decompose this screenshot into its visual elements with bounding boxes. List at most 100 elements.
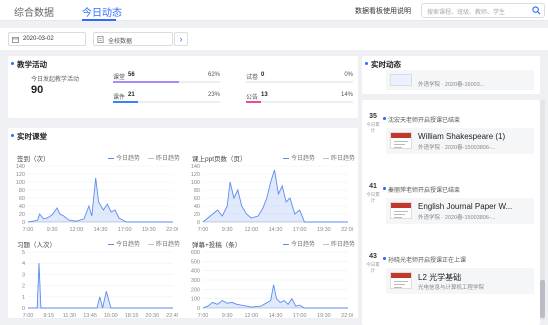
series-area-today [203,284,348,308]
feed-count: 35 [369,113,377,120]
feed-count-caption: 今日累计 [366,122,380,133]
slide-thumbnail [390,132,412,149]
y-tick-label: 0 [197,220,200,226]
legend-yesterday: 昨日趋势 [323,239,355,248]
feed-course-meta: 外语学院 · 2020春-15003806-... [418,145,496,151]
y-tick-label: 80 [194,188,200,194]
feed-title: 实时动态 [365,60,401,69]
series-area-today [28,178,173,222]
y-tick-label: 140 [191,164,200,170]
x-tick-label: 9:15 [43,313,54,319]
metric-name: 公告 [246,95,259,101]
realtime-classroom-card: 实时课堂 签到（次） 今日趋势 昨日趋势 0 20 40 60 80 100 120 140 7:00… [8,128,358,319]
search-icon[interactable] [532,6,541,15]
feed-scrollbar[interactable] [540,100,545,320]
y-tick-label: 4 [22,261,25,267]
slide-thumbnail-line [394,284,405,285]
active-tab-indicator [82,19,116,21]
y-tick-label: 20 [19,212,25,218]
date-value: 2020-03-02 [23,36,54,42]
filter-bar: 2020-03-02 全校数据 › [0,28,548,50]
feed-count: 41 [369,183,377,190]
chart-2: 0 1 2 3 4 5 7:00 9:15 11:30 13:45 16:00 18:15 20:30 2… [22,250,178,319]
x-tick-label: 14:30 [269,313,283,319]
feed-course-meta: 外语学院 · 2020春-15003806-... [418,215,496,221]
metric-bar [113,101,220,103]
y-tick-label: 300 [191,278,200,284]
slide-thumbnail-line [394,147,402,148]
today-activity-label: 今日发起教学活动 [31,77,80,83]
slide-thumbnail-header [391,133,411,138]
document-icon [97,36,104,43]
chevron-right-icon[interactable]: › [174,32,188,46]
x-tick-label: 22:45 [166,313,178,319]
slide-thumbnail-line [394,214,405,215]
x-tick-label: 19:30 [317,313,331,319]
y-tick-label: 40 [194,204,200,210]
dashboard-guide-link[interactable]: 数据看板使用说明 [355,6,411,16]
x-tick-label: 19:30 [317,227,331,233]
legend-yesterday-swatch [148,157,154,159]
legend-today-swatch [108,157,114,159]
top-bar: 综合数据 今日动态 数据看板使用说明 搜索课程、班级、教师、学生 [0,0,548,21]
feed-card: 35 今日累计 沈宏天老师开启授课已结束 William Shakespeare (1… [362,100,540,325]
metric-3: 公告 13 14% [246,92,353,104]
x-tick-label: 7:00 [198,313,209,319]
metric-1: 试卷 0 0% [246,72,353,84]
feed-event-text: 秦丽萍老师开启授课已结束 [382,185,460,194]
y-tick-label: 100 [191,297,200,303]
feed-course-box[interactable]: L2 光学基础 光电信息与计算机工程学院 [386,268,534,294]
y-tick-label: 0 [197,306,200,312]
y-tick-label: 0 [22,306,25,312]
x-tick-label: 22:00 [166,227,178,233]
feed-course-box[interactable]: English Journal Paper W... 外语学院 · 2020春-1… [386,198,534,224]
feed-course-box[interactable]: William Shakespeare (1) 外语学院 · 2020春-1500… [386,128,534,154]
metric-value: 0 [261,72,265,78]
x-tick-label: 12:00 [244,313,258,319]
slide-thumbnail [390,202,412,219]
y-tick-label: 400 [191,269,200,275]
calendar-icon [12,36,19,43]
teaching-activity-card: 教学活动 今日发起教学活动 90 课堂 56 62% 试卷 0 0% 课件 21 23% 公告 13… [8,56,358,118]
metric-percent: 14% [340,92,353,98]
scope-selector[interactable]: 全校数据 [93,32,173,46]
slide-thumbnail-line [394,217,402,218]
date-picker[interactable]: 2020-03-02 [8,32,86,46]
tab-overview[interactable]: 综合数据 [14,4,54,19]
feed-event-text: 沈宏天老师开启授课已结束 [382,115,460,124]
y-tick-label: 500 [191,259,200,265]
legend-yesterday-swatch [323,243,329,245]
y-tick-label: 120 [16,172,25,178]
x-tick-label: 13:45 [83,313,97,319]
x-tick-label: 22:00 [341,313,353,319]
metric-bar-fill [113,101,138,103]
metric-2: 课件 21 23% [113,92,220,104]
metric-percent: 0% [344,72,353,78]
metric-name: 课堂 [113,75,126,81]
metric-percent: 23% [207,92,220,98]
legend-today: 今日趋势 [283,239,315,248]
y-tick-label: 200 [191,287,200,293]
y-tick-label: 100 [191,180,200,186]
metric-0: 课堂 56 62% [113,72,220,84]
tab-today[interactable]: 今日动态 [82,4,122,19]
feed-course-title: William Shakespeare (1) [418,132,506,141]
feed-course-meta: 光电信息与计算机工程学院 [418,285,485,291]
feed-course-box[interactable]: 外语学院 · 2020春-15003... [386,70,534,90]
metric-percent: 62% [207,72,220,78]
metric-bar [246,81,353,83]
x-tick-label: 12:00 [69,227,83,233]
chart-0: 0 20 40 60 80 100 120 140 7:00 9:30 12:00 14:30 17:0… [16,164,178,233]
legend-today-swatch [108,243,114,245]
teaching-activity-title: 教学活动 [11,60,47,69]
feed-count-caption: 今日累计 [366,192,380,203]
legend-today: 今日趋势 [108,239,140,248]
y-tick-label: 3 [22,272,25,278]
metric-name: 试卷 [246,75,259,81]
search-input[interactable]: 搜索课程、班级、教师、学生 [421,3,545,18]
slide-thumbnail-line [394,281,408,282]
y-tick-label: 140 [16,164,25,170]
legend-yesterday: 昨日趋势 [323,153,355,162]
feed-scrollbar-thumb[interactable] [540,280,545,318]
x-tick-label: 7:00 [23,313,34,319]
